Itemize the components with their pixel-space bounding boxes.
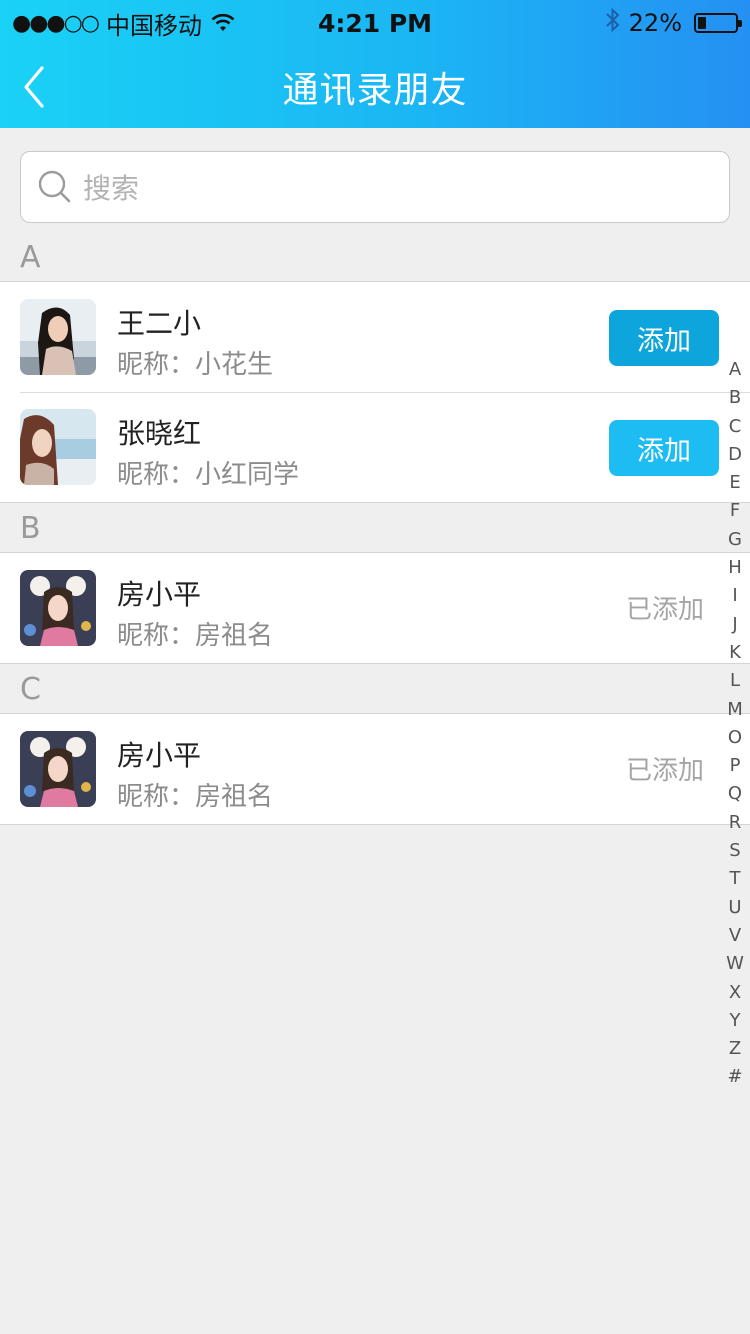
index-letter-t[interactable]: T xyxy=(722,865,748,893)
index-letter-p[interactable]: P xyxy=(722,752,748,780)
index-letter-u[interactable]: U xyxy=(722,894,748,922)
contact-list-c: 房小平 昵称：房祖名 已添加 xyxy=(0,713,750,825)
section-header-a: A xyxy=(20,239,41,275)
carrier-name: 中国移动 xyxy=(105,11,202,40)
index-letter-w[interactable]: W xyxy=(722,950,748,978)
contact-row[interactable]: 张晓红 昵称：小红同学 添加 xyxy=(0,392,750,502)
chevron-left-icon xyxy=(24,66,44,108)
index-letter-o[interactable]: O xyxy=(722,724,748,752)
app-header: ●●●○○ 中国移动 4:21 PM 22% 通讯录朋友 xyxy=(0,0,750,128)
index-letter-c[interactable]: C xyxy=(722,413,748,441)
avatar xyxy=(20,570,96,646)
status-bar: ●●●○○ 中国移动 4:21 PM 22% xyxy=(0,0,750,46)
add-button[interactable]: 添加 xyxy=(609,420,719,476)
avatar xyxy=(20,409,96,485)
contact-row[interactable]: 王二小 昵称：小花生 添加 xyxy=(0,282,750,392)
avatar xyxy=(20,731,96,807)
section-header-c: C xyxy=(20,671,41,707)
contact-list-a: 王二小 昵称：小花生 添加 张晓红 昵称：小红同学 添加 xyxy=(0,281,750,503)
contact-nickname: 昵称：房祖名 xyxy=(117,782,274,812)
index-letter-s[interactable]: S xyxy=(722,837,748,865)
index-letter-h[interactable]: H xyxy=(722,554,748,582)
index-letter-y[interactable]: Y xyxy=(722,1007,748,1035)
contact-list-b: 房小平 昵称：房祖名 已添加 xyxy=(0,552,750,664)
index-letter-d[interactable]: D xyxy=(722,441,748,469)
index-letter-q[interactable]: Q xyxy=(722,780,748,808)
index-letter-g[interactable]: G xyxy=(722,526,748,554)
index-letter-e[interactable]: E xyxy=(722,469,748,497)
section-header-b: B xyxy=(20,510,41,546)
index-letter-z[interactable]: Z xyxy=(722,1035,748,1063)
index-letter-x[interactable]: X xyxy=(722,979,748,1007)
index-letter-hash[interactable]: # xyxy=(722,1063,748,1091)
contact-name: 王二小 xyxy=(117,307,202,340)
index-letter-f[interactable]: F xyxy=(722,497,748,525)
added-status-label: 已添加 xyxy=(625,595,704,625)
contact-name: 房小平 xyxy=(117,739,202,772)
page-title: 通讯录朋友 xyxy=(282,70,468,111)
avatar xyxy=(20,299,96,375)
wifi-icon xyxy=(211,13,235,31)
search-icon xyxy=(38,170,71,203)
search-placeholder: 搜索 xyxy=(83,172,140,205)
index-letter-r[interactable]: R xyxy=(722,809,748,837)
back-button[interactable] xyxy=(18,64,58,110)
index-letter-l[interactable]: L xyxy=(722,667,748,695)
battery-level-fill xyxy=(698,17,706,29)
index-letter-v[interactable]: V xyxy=(722,922,748,950)
battery-percentage: 22% xyxy=(628,9,682,37)
index-letter-k[interactable]: K xyxy=(722,639,748,667)
index-letter-m[interactable]: M xyxy=(722,696,748,724)
index-letter-b[interactable]: B xyxy=(722,384,748,412)
search-input[interactable]: 搜索 xyxy=(20,151,730,223)
signal-strength-icon: ●●●○○ xyxy=(12,10,100,36)
contact-name: 张晓红 xyxy=(117,417,202,450)
add-button[interactable]: 添加 xyxy=(609,310,719,366)
index-letter-j[interactable]: J xyxy=(722,611,748,639)
index-letter-i[interactable]: I xyxy=(722,582,748,610)
battery-icon xyxy=(694,13,742,33)
contact-row[interactable]: 房小平 昵称：房祖名 已添加 xyxy=(0,714,750,824)
index-letter-a[interactable]: A xyxy=(722,356,748,384)
contact-nickname: 昵称：小花生 xyxy=(117,350,274,380)
contact-name: 房小平 xyxy=(117,578,202,611)
contact-nickname: 昵称：房祖名 xyxy=(117,621,274,651)
alphabet-index-bar[interactable]: A B C D E F G H I J K L M O P Q R S T U V W X Y Z # xyxy=(722,356,748,1092)
contact-row[interactable]: 房小平 昵称：房祖名 已添加 xyxy=(0,553,750,663)
bluetooth-icon xyxy=(605,7,621,39)
added-status-label: 已添加 xyxy=(625,756,704,786)
navigation-bar: 通讯录朋友 xyxy=(0,46,750,128)
contact-nickname: 昵称：小红同学 xyxy=(117,460,300,490)
